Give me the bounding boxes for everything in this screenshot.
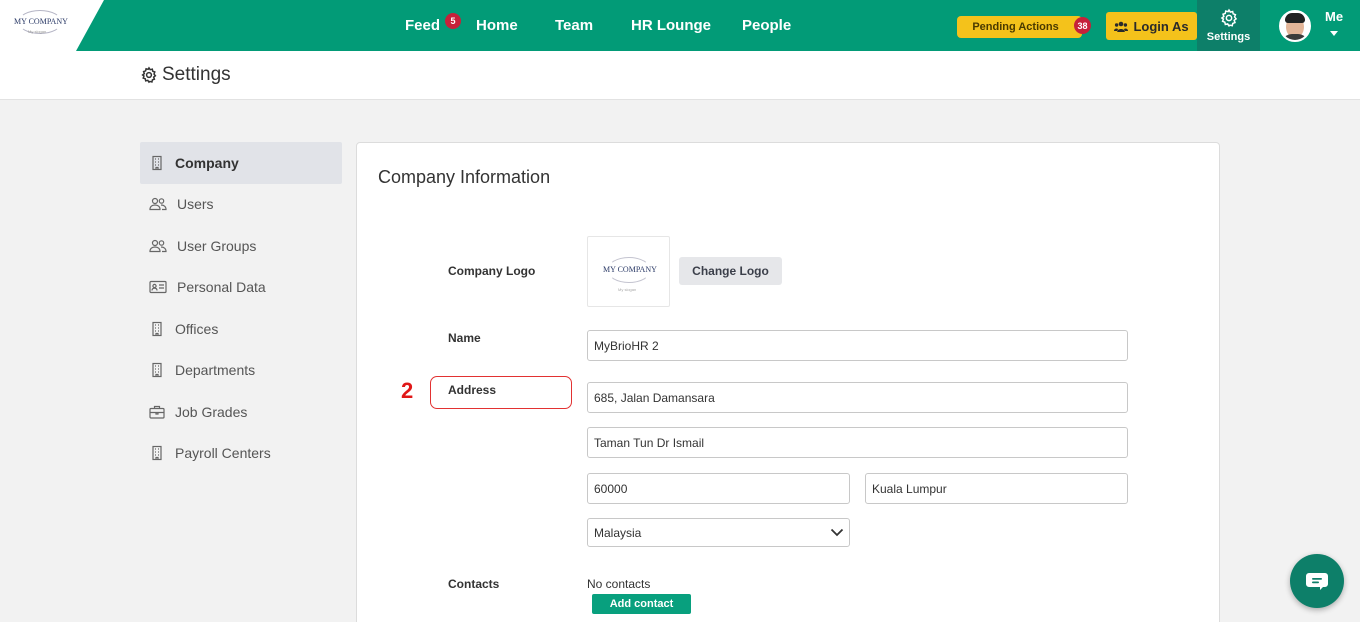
sidebar-item-personal-data[interactable]: Personal Data (140, 267, 342, 309)
feed-badge: 5 (445, 13, 461, 29)
pending-actions-label: Pending Actions (972, 21, 1059, 33)
contacts-label: Contacts (448, 577, 500, 591)
chevron-down-icon (830, 528, 844, 537)
address-label: Address (448, 383, 497, 397)
logo-text: MY COMPANY (603, 265, 657, 274)
users-icon (149, 239, 167, 252)
settings-sidebar: Company Users User Groups Personal Data … (140, 142, 342, 474)
sidebar-item-label: Departments (175, 362, 256, 379)
nav-team[interactable]: Team (555, 0, 593, 51)
settings-nav-button[interactable]: Settings (1197, 0, 1260, 51)
pending-actions-badge: 38 (1074, 17, 1091, 34)
avatar[interactable] (1279, 10, 1311, 42)
nav-hr-lounge[interactable]: HR Lounge (631, 0, 711, 51)
briefcase-icon (149, 405, 165, 419)
nav-feed[interactable]: Feed (405, 0, 440, 51)
logo-tagline: My slogan (618, 287, 637, 292)
nav-home[interactable]: Home (476, 0, 518, 51)
address-line2-input[interactable]: Taman Tun Dr Ismail (587, 427, 1128, 458)
sidebar-item-job-grades[interactable]: Job Grades (140, 391, 342, 433)
page-title-text: Settings (162, 64, 231, 85)
login-as-label: Login As (1133, 18, 1189, 34)
name-input[interactable]: MyBrioHR 2 (587, 330, 1128, 361)
sidebar-item-users[interactable]: Users (140, 184, 342, 226)
pending-actions-button[interactable]: Pending Actions (957, 16, 1082, 38)
card-title: Company Information (378, 167, 551, 187)
no-contacts-text: No contacts (587, 577, 651, 591)
add-contact-button[interactable]: Add contact (592, 594, 691, 614)
sidebar-item-departments[interactable]: Departments (140, 350, 342, 392)
country-select[interactable]: Malaysia (587, 518, 850, 547)
caret-down-icon[interactable] (1330, 31, 1338, 36)
address-line1-input[interactable]: 685, Jalan Damansara (587, 382, 1128, 413)
logo-text: MY COMPANY (14, 17, 68, 26)
nav-people[interactable]: People (742, 0, 791, 51)
sidebar-item-offices[interactable]: Offices (140, 308, 342, 350)
sidebar-item-payroll-centers[interactable]: Payroll Centers (140, 433, 342, 475)
company-logo-preview: MY COMPANY My slogan (587, 236, 670, 307)
users-icon (149, 198, 167, 211)
settings-nav-label: Settings (1206, 31, 1251, 43)
building-icon (152, 363, 162, 378)
building-icon (152, 446, 162, 461)
company-logo-label: Company Logo (448, 264, 536, 278)
sidebar-item-company[interactable]: Company (140, 142, 342, 184)
sidebar-item-label: Company (175, 154, 239, 171)
sidebar-item-label: User Groups (177, 237, 257, 254)
gear-icon (1220, 8, 1237, 28)
login-as-button[interactable]: Login As (1106, 12, 1197, 40)
city-input[interactable]: Kuala Lumpur (865, 473, 1128, 504)
gear-icon (141, 66, 157, 84)
name-label: Name (448, 331, 481, 345)
annotation-step-number: 2 (401, 378, 414, 403)
logo-tagline: My slogan (28, 29, 47, 34)
building-icon (152, 321, 162, 336)
sidebar-item-user-groups[interactable]: User Groups (140, 225, 342, 267)
users-group-icon (1114, 21, 1129, 32)
sidebar-item-label: Personal Data (177, 279, 266, 296)
postcode-input[interactable]: 60000 (587, 473, 850, 504)
me-menu[interactable]: Me (1325, 9, 1343, 24)
id-card-icon (149, 281, 167, 294)
chat-button[interactable] (1290, 554, 1344, 608)
sidebar-item-label: Payroll Centers (175, 445, 271, 462)
sidebar-item-label: Job Grades (175, 403, 248, 420)
sidebar-item-label: Offices (175, 320, 219, 337)
avatar-hair (1285, 13, 1305, 23)
country-select-value: Malaysia (594, 525, 642, 540)
building-icon (152, 155, 162, 170)
chat-icon (1306, 573, 1328, 590)
sidebar-item-label: Users (177, 196, 214, 213)
change-logo-button[interactable]: Change Logo (679, 257, 782, 285)
page-title: Settings (140, 64, 231, 86)
